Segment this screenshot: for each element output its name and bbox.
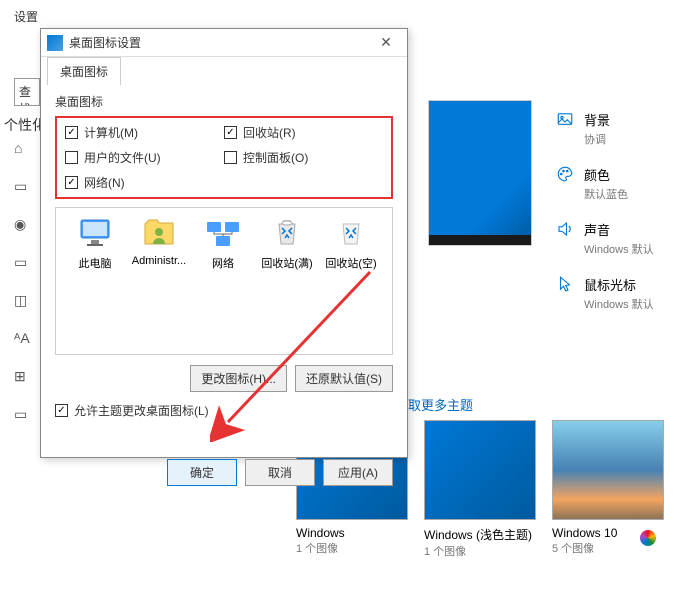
group-label: 桌面图标 bbox=[55, 93, 393, 110]
icon-user-folder[interactable]: Administr... bbox=[128, 216, 190, 267]
checkbox-user-files[interactable]: 用户的文件(U) bbox=[65, 149, 224, 166]
option-cursor[interactable]: 鼠标光标Windows 默认 bbox=[556, 275, 654, 312]
close-button[interactable]: ✕ bbox=[371, 34, 401, 51]
cancel-button[interactable]: 取消 bbox=[245, 459, 315, 486]
home-icon[interactable]: ⌂ bbox=[14, 140, 30, 156]
dialog-title: 桌面图标设置 bbox=[69, 34, 371, 51]
palette-icon bbox=[556, 165, 574, 183]
fonts-icon[interactable]: ᴬA bbox=[14, 330, 30, 346]
search-box[interactable]: 查找 bbox=[14, 78, 40, 106]
lock-icon[interactable]: ▭ bbox=[14, 254, 30, 270]
ok-button[interactable]: 确定 bbox=[167, 459, 237, 486]
icon-recycle-full[interactable]: 回收站(满) bbox=[256, 216, 318, 271]
dialog-icon bbox=[47, 35, 63, 51]
checkbox-recycle-bin[interactable]: 回收站(R) bbox=[224, 124, 383, 141]
checkbox-network[interactable]: 网络(N) bbox=[65, 174, 224, 191]
theme-thumbnail bbox=[552, 420, 664, 520]
wallpaper-preview bbox=[428, 100, 532, 246]
change-icon-button[interactable]: 更改图标(H)... bbox=[190, 365, 287, 392]
color-wheel-icon bbox=[640, 530, 656, 546]
settings-title: 设置 bbox=[14, 8, 38, 25]
image-icon bbox=[556, 110, 574, 128]
tab-desktop-icons[interactable]: 桌面图标 bbox=[47, 57, 121, 85]
taskbar-icon[interactable]: ▭ bbox=[14, 406, 30, 422]
desktop-icon-settings-dialog: 桌面图标设置 ✕ 桌面图标 桌面图标 计算机(M) 回收站(R) 用户的文件(U… bbox=[40, 28, 408, 458]
themes-icon[interactable]: ◫ bbox=[14, 292, 30, 308]
theme-thumbnail bbox=[424, 420, 536, 520]
start-icon[interactable]: ⊞ bbox=[14, 368, 30, 384]
image-icon[interactable]: ▭ bbox=[14, 178, 30, 194]
icon-recycle-empty[interactable]: 回收站(空) bbox=[320, 216, 382, 271]
icon-this-pc[interactable]: 此电脑 bbox=[64, 216, 126, 271]
apply-button[interactable]: 应用(A) bbox=[323, 459, 393, 486]
checkbox-allow-themes[interactable]: 允许主题更改桌面图标(L) bbox=[55, 402, 393, 419]
theme-item[interactable]: Windows (浅色主题) 1 个图像 bbox=[424, 420, 536, 559]
restore-default-button[interactable]: 还原默认值(S) bbox=[295, 365, 393, 392]
icon-network[interactable]: 网络 bbox=[192, 216, 254, 271]
palette-icon[interactable]: ◉ bbox=[14, 216, 30, 232]
speaker-icon bbox=[556, 220, 574, 238]
icon-preview-pane: 此电脑 Administr... 网络 回收站(满) 回收站(空) bbox=[55, 207, 393, 355]
checkbox-computer[interactable]: 计算机(M) bbox=[65, 124, 224, 141]
option-colors[interactable]: 颜色默认蓝色 bbox=[556, 165, 654, 202]
option-sounds[interactable]: 声音Windows 默认 bbox=[556, 220, 654, 257]
highlight-annotation: 计算机(M) 回收站(R) 用户的文件(U) 控制面板(O) 网络(N) bbox=[55, 116, 393, 199]
more-themes-link[interactable]: 取更多主题 bbox=[408, 395, 473, 414]
checkbox-control-panel[interactable]: 控制面板(O) bbox=[224, 149, 383, 166]
cursor-icon bbox=[556, 275, 574, 293]
option-background[interactable]: 背景协调 bbox=[556, 110, 654, 147]
